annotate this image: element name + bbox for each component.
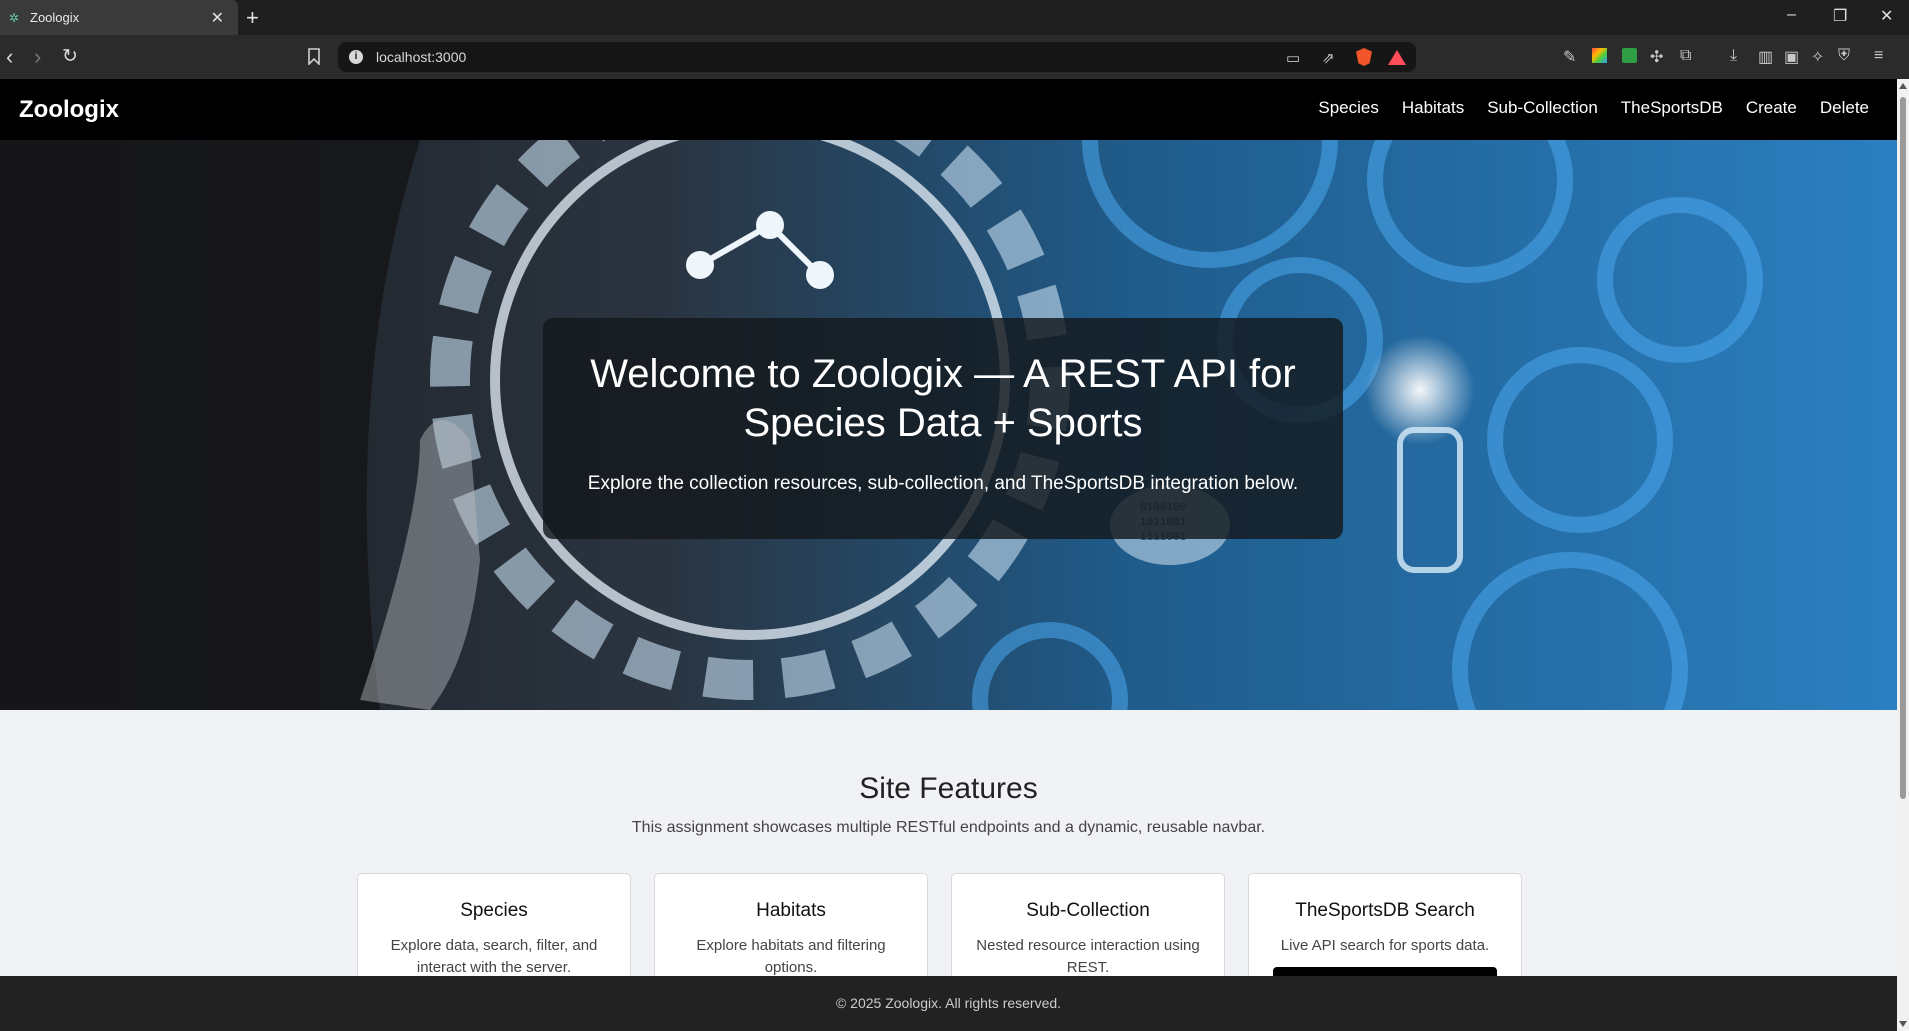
close-tab-icon[interactable]: ✕ — [211, 8, 224, 28]
hero-title: Welcome to Zoologix — A REST API for Spe… — [590, 352, 1296, 445]
brave-shields-icon[interactable] — [1356, 48, 1372, 66]
scrollbar-thumb[interactable] — [1900, 97, 1906, 799]
nav-link-habitats[interactable]: Habitats — [1402, 98, 1464, 118]
new-tab-button[interactable]: + — [246, 5, 259, 31]
card-text: Explore habitats and filtering options. — [696, 937, 886, 976]
features-subtitle: This assignment showcases multiple RESTf… — [631, 819, 1266, 836]
page-scrollbar[interactable] — [1897, 79, 1909, 1031]
browser-tab-strip: ✲ Zoologix ✕ + – ❐ ✕ — [0, 0, 1909, 35]
card-title: TheSportsDB Search — [1295, 900, 1475, 921]
minimize-window-button[interactable]: – — [1787, 6, 1796, 24]
hero-text-box: Welcome to Zoologix — A REST API for Spe… — [543, 318, 1343, 539]
leo-ai-icon[interactable]: ✧ — [1811, 47, 1824, 67]
scroll-down-arrow[interactable] — [1899, 1021, 1907, 1027]
nav-link-species[interactable]: Species — [1318, 98, 1378, 118]
nav-link-delete[interactable]: Delete — [1820, 98, 1869, 118]
restore-window-button[interactable]: ❐ — [1833, 6, 1847, 26]
tab-title: Zoologix — [30, 10, 80, 25]
wallet-icon[interactable]: ▣ — [1784, 47, 1799, 67]
download-icon[interactable]: ⤓ — [1730, 47, 1737, 65]
sidebar-icon[interactable]: ▥ — [1758, 47, 1773, 67]
card-text: Nested resource interaction using REST. — [976, 937, 1200, 976]
bookmark-icon[interactable] — [308, 48, 320, 65]
menu-icon[interactable]: ≡ — [1874, 47, 1883, 65]
extensions-puzzle-icon[interactable]: ✣ — [1650, 47, 1663, 67]
footer-copyright: © 2025 Zoologix. All rights reserved. — [835, 995, 1062, 1011]
tab-search-icon[interactable]: ⧉ — [1680, 47, 1691, 65]
pen-extension-icon[interactable]: ✎ — [1563, 47, 1576, 67]
site-footer: © 2025 Zoologix. All rights reserved. — [0, 976, 1897, 1031]
scroll-up-arrow[interactable] — [1899, 83, 1907, 89]
brave-rewards-icon[interactable] — [1388, 50, 1406, 65]
green-extension-icon[interactable] — [1622, 48, 1637, 63]
color-extension-icon[interactable] — [1592, 48, 1607, 63]
cast-icon[interactable]: ▭ — [1286, 49, 1300, 67]
share-icon[interactable]: ⇗ — [1322, 49, 1335, 67]
reload-icon[interactable]: ↻ — [62, 45, 78, 68]
nav-link-create[interactable]: Create — [1746, 98, 1797, 118]
browser-tab[interactable]: ✲ Zoologix ✕ — [0, 0, 238, 35]
close-window-button[interactable]: ✕ — [1880, 6, 1893, 26]
url-text[interactable]: localhost:3000 — [376, 49, 466, 65]
browser-toolbar: ‹ › ↻ i localhost:3000 ▭ ⇗ ✎ ✣ ⧉ ⤓ ▥ ▣ ✧… — [0, 35, 1909, 79]
web-page: Zoologix Species Habitats Sub-Collection… — [0, 79, 1897, 1031]
address-bar[interactable]: i localhost:3000 ▭ ⇗ — [338, 42, 1416, 72]
nav-links: Species Habitats Sub-Collection TheSport… — [1318, 98, 1869, 118]
card-text: Live API search for sports data. — [1280, 937, 1490, 954]
card-title: Sub-Collection — [1026, 900, 1150, 921]
hero-subtitle: Explore the collection resources, sub-co… — [587, 473, 1299, 494]
vpn-shield-icon[interactable]: ⛨ — [1838, 47, 1850, 65]
paw-icon: ✲ — [9, 10, 20, 25]
back-button[interactable]: ‹ — [6, 44, 13, 70]
site-info-icon[interactable]: i — [349, 50, 363, 64]
features-title: Site Features — [859, 772, 1038, 805]
site-brand[interactable]: Zoologix — [19, 96, 119, 124]
forward-button[interactable]: › — [34, 44, 41, 70]
hero-banner: 0100100 1011001 1111001 Welcome to Zoolo… — [0, 140, 1897, 710]
card-text: Explore data, search, filter, and intera… — [390, 937, 598, 976]
site-navbar: Zoologix Species Habitats Sub-Collection… — [0, 79, 1897, 140]
nav-link-thesportsdb[interactable]: TheSportsDB — [1621, 98, 1723, 118]
card-title: Habitats — [756, 900, 826, 921]
nav-link-sub-collection[interactable]: Sub-Collection — [1487, 98, 1598, 118]
card-title: Species — [460, 900, 528, 921]
